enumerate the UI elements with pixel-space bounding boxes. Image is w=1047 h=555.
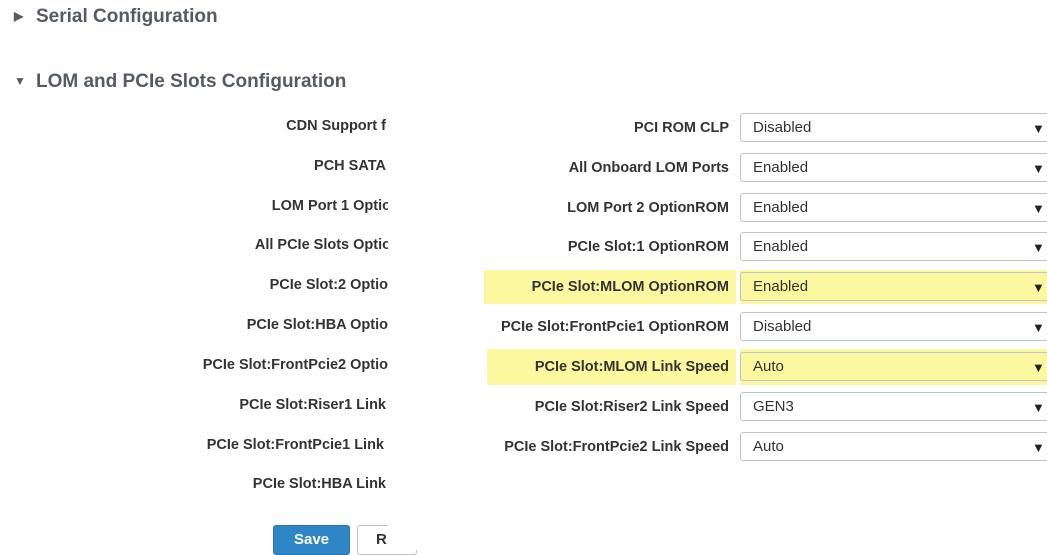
pcie-slot-1-optionrom-select[interactable]: Enabled <box>740 232 1047 261</box>
setting-label: PCIe Slot:FrontPcie1 OptionROM <box>501 319 729 335</box>
dropdown-arrow-icon[interactable]: ▼ <box>1032 201 1045 216</box>
clip-mask <box>388 520 448 550</box>
pcie-slot-frontpcie1-optionrom-select[interactable]: Disabled <box>740 312 1047 341</box>
pci-rom-clp-select[interactable]: Disabled <box>740 113 1047 142</box>
lom-pcie-configuration-header[interactable]: ▼ LOM and PCIe Slots Configuration <box>14 71 346 93</box>
setting-row-pci-rom-clp: PCI ROM CLP Disabled ▼ <box>0 108 1047 148</box>
dropdown-arrow-icon[interactable]: ▼ <box>1032 440 1045 455</box>
section-title: Serial Configuration <box>36 6 218 27</box>
dropdown-arrow-icon[interactable]: ▼ <box>1032 280 1045 295</box>
dropdown-arrow-icon[interactable]: ▼ <box>1032 161 1045 176</box>
pcie-slot-mlom-link-speed-select[interactable]: Auto <box>740 352 1047 381</box>
pcie-slot-mlom-optionrom-select[interactable]: Enabled <box>740 272 1047 301</box>
collapsed-arrow-icon: ▶ <box>14 9 24 23</box>
left-setting-label: PCIe Slot:HBA Link <box>252 476 386 492</box>
setting-row-pcie-slot-mlom-link-speed: PCIe Slot:MLOM Link Speed Auto ▼ <box>0 347 1047 387</box>
setting-label: All Onboard LOM Ports <box>568 160 729 176</box>
dropdown-arrow-icon[interactable]: ▼ <box>1032 240 1045 255</box>
setting-row-pcie-slot-mlom-optionrom: PCIe Slot:MLOM OptionROM Enabled ▼ <box>0 267 1047 307</box>
setting-label: PCIe Slot:MLOM OptionROM <box>531 279 729 295</box>
pcie-slot-frontpcie2-link-speed-select[interactable]: Auto <box>740 432 1047 461</box>
setting-row-lom-port-2-optionrom: LOM Port 2 OptionROM Enabled ▼ <box>0 188 1047 228</box>
setting-row-pcie-slot-riser2-link-speed: PCIe Slot:Riser2 Link Speed GEN3 ▼ <box>0 387 1047 427</box>
setting-label: PCIe Slot:FrontPcie2 Link Speed <box>504 439 729 455</box>
setting-row-pcie-slot-frontpcie2-link-speed: PCIe Slot:FrontPcie2 Link Speed Auto ▼ <box>0 427 1047 467</box>
dropdown-arrow-icon[interactable]: ▼ <box>1032 400 1045 415</box>
dropdown-arrow-icon[interactable]: ▼ <box>1032 360 1045 375</box>
dropdown-arrow-icon[interactable]: ▼ <box>1032 121 1045 136</box>
setting-label: LOM Port 2 OptionROM <box>567 200 729 216</box>
all-onboard-lom-ports-select[interactable]: Enabled <box>740 153 1047 182</box>
expanded-arrow-icon: ▼ <box>14 74 26 88</box>
save-button[interactable]: Save <box>273 525 350 555</box>
setting-label: PCIe Slot:1 OptionROM <box>567 239 729 255</box>
dropdown-arrow-icon[interactable]: ▼ <box>1032 320 1045 335</box>
pcie-slot-riser2-link-speed-select[interactable]: GEN3 <box>740 392 1047 421</box>
section-title: LOM and PCIe Slots Configuration <box>36 71 347 92</box>
serial-configuration-header[interactable]: ▶ Serial Configuration <box>14 6 218 28</box>
setting-label: PCIe Slot:Riser2 Link Speed <box>534 399 729 415</box>
setting-row-pcie-slot-frontpcie1-optionrom: PCIe Slot:FrontPcie1 OptionROM Disabled … <box>0 307 1047 347</box>
lom-port-2-optionrom-select[interactable]: Enabled <box>740 193 1047 222</box>
setting-row-pcie-slot-1-optionrom: PCIe Slot:1 OptionROM Enabled ▼ <box>0 227 1047 267</box>
setting-row-all-onboard-lom-ports: All Onboard LOM Ports Enabled ▼ <box>0 148 1047 188</box>
setting-label: PCI ROM CLP <box>633 120 729 136</box>
setting-label: PCIe Slot:MLOM Link Speed <box>534 359 729 375</box>
